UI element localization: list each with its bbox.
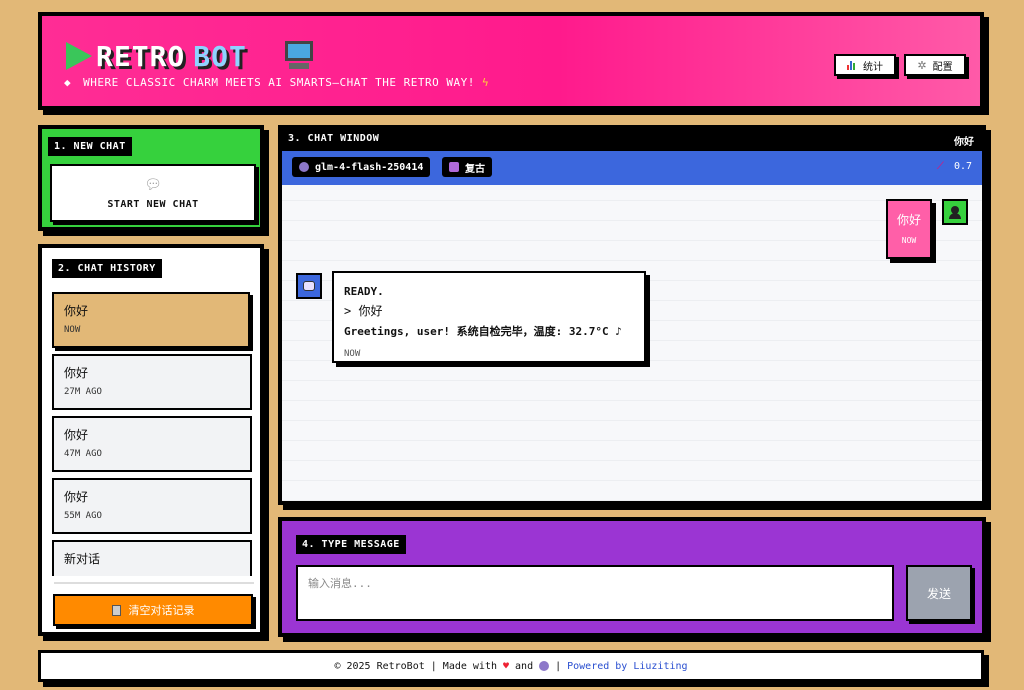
robot-icon <box>539 661 550 671</box>
config-label: 配置 <box>932 61 953 73</box>
clear-history-button[interactable]: 清空对话记录 <box>53 594 253 626</box>
user-message: 你好 NOW <box>886 199 932 259</box>
lightning-icon: ϟ <box>482 76 490 89</box>
play-icon <box>66 42 92 70</box>
logo-word-retro: RETRO <box>96 39 186 73</box>
app-footer: © 2025 RetroBot | Made with ♥ and | Powe… <box>38 650 984 682</box>
joystick-icon: ◆ <box>64 76 72 89</box>
app-header: RETRO BOT ◆ WHERE CLASSIC CHARM MEETS AI… <box>38 12 984 110</box>
powered-by-link[interactable]: Powered by Liuziting <box>567 661 687 672</box>
history-item-time: 55M AGO <box>64 511 102 521</box>
history-item[interactable]: 新对话 <box>52 540 252 576</box>
tagline: ◆ WHERE CLASSIC CHARM MEETS AI SMARTS—CH… <box>64 76 489 89</box>
model-chip[interactable]: glm-4-flash-250414 <box>292 157 431 177</box>
bot-avatar-icon <box>296 273 322 299</box>
bot-message: READY. > 你好 Greetings, user! 系统自检完毕，温度: … <box>332 271 646 363</box>
history-item-title: 你好 <box>64 490 89 504</box>
footer-and: and <box>515 660 534 672</box>
heart-icon: ♥ <box>503 660 510 672</box>
message-input[interactable]: 输入消息... <box>296 565 894 621</box>
bot-message-time: NOW <box>344 349 361 359</box>
stats-label: 统计 <box>863 61 883 73</box>
bot-message-line-3: Greetings, user! 系统自检完毕，温度: 32.7°C ♪ <box>344 325 622 338</box>
thermometer-icon: ⟋ <box>936 161 944 172</box>
history-divider <box>54 582 254 584</box>
composer-section-label: 4. TYPE MESSAGE <box>296 535 406 554</box>
history-item-time: NOW <box>64 325 81 335</box>
new-chat-section-label: 1. NEW CHAT <box>48 137 132 156</box>
bot-message-echo: 你好 <box>358 304 383 318</box>
start-new-chat-label: START NEW CHAT <box>107 198 199 210</box>
footer-copyright: © 2025 RetroBot | Made with <box>334 660 497 672</box>
history-item[interactable]: 你好 47M AGO <box>52 416 252 472</box>
history-item-title: 你好 <box>64 304 89 318</box>
computer-icon <box>283 41 315 71</box>
joystick-icon <box>449 162 459 172</box>
bar-chart-icon <box>847 60 857 70</box>
clear-history-label: 清空对话记录 <box>128 604 195 617</box>
chat-history-list[interactable]: 你好 NOW 你好 27M AGO 你好 47M AGO 你好 55M AGO … <box>52 292 256 576</box>
chat-window-section-label: 3. CHAT WINDOW <box>288 133 380 144</box>
footer-separator: | <box>555 660 562 672</box>
bot-message-line-1: READY. <box>344 285 384 298</box>
user-message-time: NOW <box>901 236 917 245</box>
robot-icon <box>299 162 309 172</box>
history-item[interactable]: 你好 55M AGO <box>52 478 252 534</box>
temperature-value: 0.7 <box>953 161 972 172</box>
history-item-time: 27M AGO <box>64 387 102 397</box>
user-avatar-icon <box>942 199 968 225</box>
chat-window-panel: 3. CHAT WINDOW 你好 glm-4-flash-250414 复古 … <box>278 125 986 505</box>
tagline-text: WHERE CLASSIC CHARM MEETS AI SMARTS—CHAT… <box>83 76 475 89</box>
temperature-indicator: ⟋ 0.7 <box>937 161 972 172</box>
new-chat-panel: 1. NEW CHAT 💬︎ START NEW CHAT <box>38 125 264 231</box>
app-logo: RETRO BOT <box>66 38 315 74</box>
chat-history-section-label: 2. CHAT HISTORY <box>52 259 162 278</box>
bot-message-prompt: > <box>344 304 359 318</box>
composer-panel: 4. TYPE MESSAGE 输入消息... 发送 <box>278 517 986 637</box>
model-name: glm-4-flash-250414 <box>315 161 424 173</box>
config-button[interactable]: ✲ 配置 <box>904 54 966 76</box>
history-item-title: 新对话 <box>64 552 101 566</box>
user-message-text: 你好 <box>896 213 921 227</box>
stats-button[interactable]: 统计 <box>834 54 896 76</box>
history-item-title: 你好 <box>64 366 89 380</box>
history-item[interactable]: 你好 NOW <box>52 292 250 348</box>
chat-history-panel: 2. CHAT HISTORY 你好 NOW 你好 27M AGO 你好 47M… <box>38 244 264 636</box>
speech-bubble-icon: 💬︎ <box>144 176 162 193</box>
trash-icon <box>111 604 121 616</box>
history-item[interactable]: 你好 27M AGO <box>52 354 252 410</box>
gear-icon: ✲ <box>917 58 927 72</box>
current-chat-title: 你好 <box>954 137 974 148</box>
chat-info-bar: glm-4-flash-250414 复古 ⟋ 0.7 <box>282 151 982 185</box>
logo-word-bot: BOT <box>193 39 247 73</box>
history-item-title: 你好 <box>64 428 89 442</box>
send-button[interactable]: 发送 <box>906 565 972 621</box>
bot-message-line-2: > 你好 <box>344 302 634 319</box>
chat-messages-area[interactable]: 你好 NOW READY. > 你好 Greetings, user! 系统自检… <box>282 185 982 501</box>
mode-name: 复古 <box>465 163 485 175</box>
start-new-chat-button[interactable]: 💬︎ START NEW CHAT <box>50 164 256 222</box>
history-item-time: 47M AGO <box>64 449 102 459</box>
mode-chip[interactable]: 复古 <box>442 157 492 177</box>
